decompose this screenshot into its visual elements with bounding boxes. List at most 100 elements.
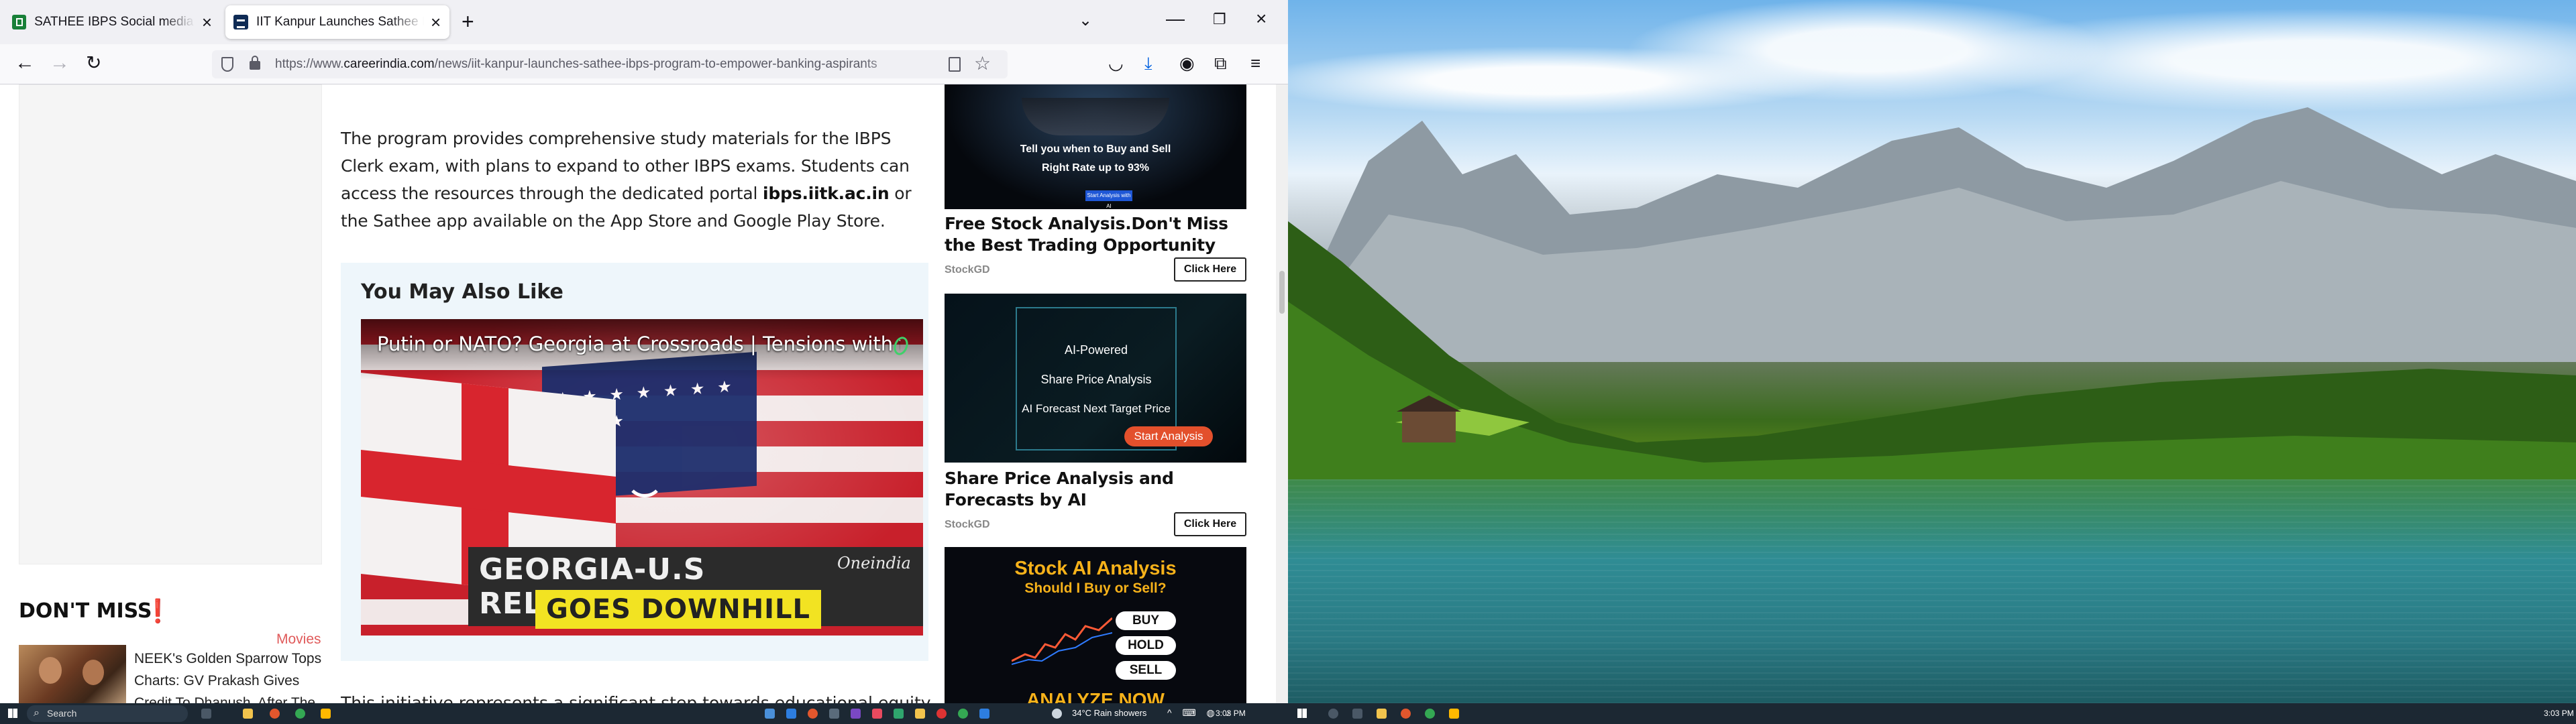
pinned-app-icon[interactable] [765, 709, 775, 719]
tab-bar: SATHEE IBPS Social media link × IIT Kanp… [0, 0, 1288, 44]
tab-title: SATHEE IBPS Social media link [34, 15, 195, 29]
file-explorer-icon[interactable] [243, 709, 253, 719]
pinned-app-icon[interactable] [894, 709, 904, 719]
right-monitor-desktop: 3:03 PM [1288, 0, 2576, 724]
ad-image-text: Share Price Analysis [1040, 373, 1152, 386]
chrome-icon[interactable] [958, 709, 968, 719]
ad-source: StockGD [945, 519, 990, 530]
maximize-button[interactable]: ❐ [1213, 11, 1226, 28]
you-may-also-like-box: You May Also Like Putin or NATO? Georgia… [341, 263, 928, 661]
firefox-icon[interactable] [808, 709, 818, 719]
close-icon[interactable]: × [431, 12, 441, 33]
chrome-icon[interactable] [1425, 709, 1435, 719]
candlestick-chart-graphic [1012, 617, 1112, 665]
ad-source: StockGD [945, 264, 990, 276]
taskbar-search[interactable]: Search [27, 705, 188, 722]
ad-title[interactable]: Free Stock Analysis.Don't Miss the Best … [945, 213, 1246, 256]
firefox-icon[interactable] [270, 709, 280, 719]
pinned-app-icon[interactable] [979, 709, 989, 719]
firefox-icon[interactable] [1401, 709, 1411, 719]
back-button[interactable]: ← [15, 52, 35, 74]
minimize-button[interactable]: — [1166, 8, 1185, 29]
dont-miss-heading: DON'T MISS [19, 599, 152, 623]
wallpaper-house [1397, 396, 1461, 442]
ad-image-text: AI Forecast Next Target Price [1022, 402, 1171, 415]
ad-image[interactable]: Tell you when to Buy and Sell Right Rate… [945, 84, 1246, 209]
ad-image-heading: Stock AI Analysis [1014, 558, 1177, 579]
weather-cloud-icon[interactable] [1052, 709, 1062, 719]
pinned-app-icon[interactable] [915, 709, 925, 719]
click-here-button[interactable]: Click Here [1174, 257, 1246, 282]
taskbar-clock[interactable]: 3:03 PM [2544, 709, 2574, 718]
ad-frame: AI-Powered Share Price Analysis AI Forec… [1016, 307, 1213, 450]
ad-image-cta: ANALYZE NOW [1026, 689, 1165, 703]
pinned-app-icon[interactable] [829, 709, 839, 719]
download-icon[interactable]: ⤓ [1144, 52, 1152, 74]
click-here-button[interactable]: Click Here [1174, 512, 1246, 536]
forward-button[interactable]: → [50, 52, 70, 74]
file-explorer-icon[interactable] [1377, 709, 1387, 719]
ad-hold-pill: HOLD [1116, 636, 1176, 655]
sidebar-ad-placeholder [19, 84, 322, 564]
ad-image-button: Start Analysis [1124, 426, 1213, 446]
left-monitor: SATHEE IBPS Social media link × IIT Kanp… [0, 0, 1288, 724]
loading-spinner-icon [626, 460, 663, 497]
weather-text[interactable]: 34°C Rain showers [1072, 708, 1146, 718]
scrollbar-thumb[interactable] [1279, 271, 1285, 314]
ad-image[interactable]: Stock AI Analysis Should I Buy or Sell? … [945, 547, 1246, 703]
chrome-icon[interactable] [295, 709, 305, 719]
ad-sell-pill: SELL [1116, 661, 1176, 680]
dont-miss-thumbnail[interactable] [19, 645, 126, 703]
tab-sathee-ibps-social[interactable]: SATHEE IBPS Social media link × [4, 5, 220, 39]
video-caption-highlight: GOES DOWNHILL [535, 590, 822, 629]
close-icon[interactable]: × [202, 12, 212, 33]
lock-icon[interactable] [250, 56, 260, 70]
page-scrollbar[interactable] [1276, 84, 1288, 703]
pocket-icon[interactable]: ◡ [1108, 52, 1124, 74]
bookmark-star-icon[interactable]: ☆ [974, 52, 991, 74]
search-icon[interactable] [1328, 709, 1338, 719]
pinned-app-icon[interactable] [786, 709, 796, 719]
pinned-app-icon[interactable] [851, 709, 861, 719]
shield-icon[interactable] [221, 57, 233, 72]
task-view-icon[interactable] [201, 709, 211, 719]
ad-image[interactable]: AI-Powered Share Price Analysis AI Forec… [945, 294, 1246, 463]
pinned-app-icon[interactable] [872, 709, 882, 719]
chevron-down-icon[interactable]: ⌄ [1079, 11, 1092, 30]
tab-iit-kanpur-article[interactable]: IIT Kanpur Launches Sathee IBPS × [225, 5, 449, 39]
windows-start-icon[interactable] [8, 709, 17, 718]
dont-miss-headline[interactable]: NEEK's Golden Sparrow Tops Charts: GV Pr… [134, 648, 329, 703]
ad-image-subheading: Should I Buy or Sell? [1024, 581, 1167, 596]
app-icon[interactable] [1449, 709, 1459, 719]
pinned-app-icon[interactable] [936, 709, 947, 719]
url-text[interactable]: https://www.careerindia.com/news/iit-kan… [275, 57, 912, 72]
extensions-icon[interactable]: ⧉ [1214, 52, 1227, 74]
task-view-icon[interactable] [1352, 709, 1362, 719]
taskbar: 3:03 PM [1288, 703, 2576, 724]
video-title[interactable]: Putin or NATO? Georgia at Crossroads | T… [377, 333, 900, 355]
ad-buy-pill: BUY [1116, 611, 1176, 630]
ad-image-button: Start Analysis with AI [1085, 190, 1132, 209]
url-host: careerindia.com [343, 57, 435, 71]
dont-miss-category[interactable]: Movies [276, 631, 321, 648]
url-bar[interactable]: https://www.careerindia.com/news/iit-kan… [212, 50, 1008, 78]
page-viewport[interactable]: DON'T MISS ❗ Movies NEEK's Golden Sparro… [0, 84, 1288, 703]
article-paragraph: This initiative represents a significant… [341, 693, 931, 703]
tab-title: IIT Kanpur Launches Sathee IBPS [256, 15, 424, 29]
url-prefix: https://www. [275, 57, 344, 71]
new-tab-button[interactable]: + [462, 9, 474, 34]
google-sheets-icon [12, 15, 27, 29]
menu-icon[interactable]: ≡ [1250, 52, 1260, 74]
portal-link[interactable]: ibps.iitk.ac.in [763, 184, 890, 203]
ad-title[interactable]: Share Price Analysis and Forecasts by AI [945, 468, 1246, 511]
account-icon[interactable]: ◉ [1179, 52, 1195, 74]
app-icon[interactable] [321, 709, 331, 719]
reader-view-icon[interactable] [949, 57, 961, 72]
close-window-button[interactable]: × [1256, 8, 1267, 29]
ad-hands-graphic [1022, 98, 1169, 135]
careerindia-icon [233, 15, 248, 29]
taskbar-clock[interactable]: 3:03 PM [1216, 709, 1246, 718]
video-player[interactable]: Putin or NATO? Georgia at Crossroads | T… [361, 319, 923, 636]
windows-start-icon[interactable] [1297, 709, 1307, 718]
reload-button[interactable]: ↻ [86, 52, 101, 74]
